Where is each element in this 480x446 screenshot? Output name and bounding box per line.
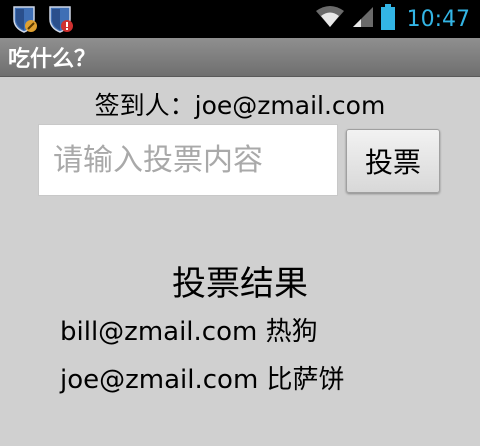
shield-alert-icon — [48, 5, 74, 33]
status-indicators: 10:47 — [315, 0, 470, 38]
vote-input[interactable] — [38, 124, 338, 196]
list-item: bill@zmail.com 热狗 — [60, 317, 318, 347]
signal-icon — [351, 5, 375, 33]
checkin-label: 签到人：joe@zmail.com — [94, 91, 386, 120]
title-bar: 吃什么？ — [0, 38, 480, 77]
app-title: 吃什么？ — [8, 47, 97, 72]
status-time: 10:47 — [406, 6, 470, 32]
battery-icon — [380, 4, 395, 34]
results-list: bill@zmail.com 热狗 joe@zmail.com 比萨饼 — [60, 314, 345, 410]
status-bar: 10:47 — [0, 0, 480, 38]
results-title: 投票结果 — [172, 264, 308, 304]
shield-wrench-icon — [12, 5, 38, 33]
list-item: joe@zmail.com 比萨饼 — [60, 365, 345, 395]
wifi-icon — [315, 5, 345, 33]
vote-button[interactable]: 投票 — [346, 129, 440, 193]
